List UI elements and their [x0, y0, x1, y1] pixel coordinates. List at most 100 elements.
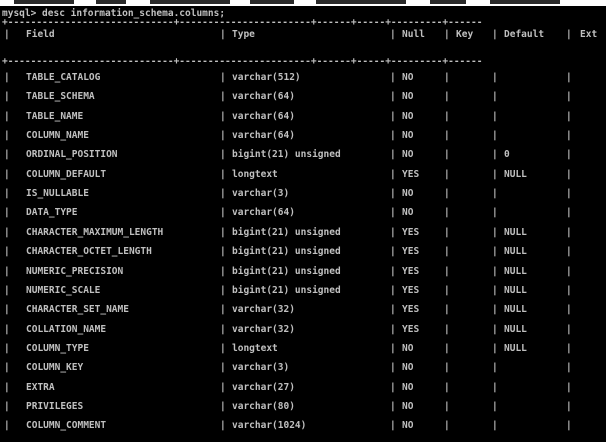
column-separator: |: [492, 400, 498, 412]
table-row: | | | | | | TABLE_NAME varchar(64) NO: [0, 107, 606, 126]
column-separator: |: [390, 400, 396, 412]
table-header-row: | Field | Type | Null | Key | Default | …: [0, 25, 606, 44]
cell-field: ORDINAL_POSITION: [26, 149, 118, 161]
cell-null: NO: [402, 110, 414, 122]
column-separator: |: [492, 226, 498, 238]
cell-type: varchar(3): [232, 362, 290, 374]
column-separator: |: [220, 304, 226, 316]
table-row: | | | | | | PRIVILEGES varchar(80) NO: [0, 397, 606, 416]
column-separator: |: [492, 362, 498, 374]
column-separator: |: [220, 342, 226, 354]
table-row: | | | | | | TABLE_CATALOG varchar(512) NO: [0, 68, 606, 87]
column-separator: |: [492, 207, 498, 219]
column-separator: |: [444, 207, 450, 219]
column-separator: |: [220, 323, 226, 335]
column-separator: |: [4, 284, 10, 296]
header-type: Type: [232, 29, 255, 40]
column-separator: |: [390, 265, 396, 277]
column-separator: |: [4, 420, 10, 432]
cell-field: NUMERIC_PRECISION: [26, 265, 124, 277]
table-row: | | | | | | COLUMN_COMMENT varchar(1024) NO: [0, 416, 606, 435]
column-separator: |: [566, 207, 572, 219]
mysql-console[interactable]: mysql> desc information_schema.columns; …: [0, 6, 606, 442]
cell-null: NO: [402, 381, 414, 393]
cell-default: NULL: [504, 342, 527, 354]
column-separator: |: [220, 91, 226, 103]
cell-field: COLUMN_KEY: [26, 362, 84, 374]
column-separator: |: [390, 91, 396, 103]
column-separator: |: [220, 400, 226, 412]
cell-null: NO: [402, 342, 414, 354]
column-separator: |: [390, 130, 396, 142]
column-separator: |: [566, 91, 572, 103]
column-separator: |: [390, 304, 396, 316]
column-separator: |: [4, 226, 10, 238]
table-row: | | | | | | CHARACTER_MAXIMUM_LENGTH bigint(21)…: [0, 223, 606, 242]
column-separator: |: [4, 246, 10, 258]
column-separator: |: [444, 130, 450, 142]
cell-field: PRIVILEGES: [26, 400, 84, 412]
cell-null: YES: [402, 265, 420, 277]
column-separator: |: [566, 381, 572, 393]
cell-null: NO: [402, 420, 414, 432]
column-separator: |: [4, 130, 10, 142]
column-separator: |: [220, 207, 226, 219]
column-separator: |: [4, 91, 10, 103]
column-separator: |: [4, 342, 10, 354]
column-separator: |: [492, 168, 498, 180]
table-row: | | | | | | NUMERIC_PRECISION bigint(21) unsign…: [0, 262, 606, 281]
cell-field: CHARACTER_MAXIMUM_LENGTH: [26, 226, 164, 238]
column-separator: |: [390, 226, 396, 238]
column-separator: |: [4, 362, 10, 374]
column-separator: |: [390, 207, 396, 219]
cell-null: YES: [402, 246, 420, 258]
column-separator: |: [566, 304, 572, 316]
column-separator: |: [4, 168, 10, 180]
column-separator: |: [390, 188, 396, 200]
column-separator: |: [4, 207, 10, 219]
column-separator: |: [566, 246, 572, 258]
cell-type: varchar(80): [232, 400, 295, 412]
header-field: Field: [26, 29, 55, 40]
column-separator: |: [220, 381, 226, 393]
column-separator: |: [492, 304, 498, 316]
cell-null: NO: [402, 207, 414, 219]
cell-type: bigint(21) unsigned: [232, 284, 341, 296]
column-separator: |: [4, 381, 10, 393]
column-separator: |: [390, 362, 396, 374]
column-separator: |: [220, 226, 226, 238]
cell-type: varchar(27): [232, 381, 295, 393]
cell-field: NUMERIC_SCALE: [26, 284, 101, 296]
cell-null: NO: [402, 188, 414, 200]
column-separator: |: [4, 110, 10, 122]
cell-type: varchar(64): [232, 207, 295, 219]
column-separator: |: [4, 188, 10, 200]
cell-type: longtext: [232, 342, 278, 354]
cell-field: CHARACTER_SET_NAME: [26, 304, 129, 316]
column-separator: |: [566, 168, 572, 180]
table-row: | | | | | | COLUMN_TYPE longtext NO NULL: [0, 339, 606, 358]
column-separator: |: [492, 381, 498, 393]
table-row: | | | | | | ORDINAL_POSITION bigint(21) unsigne…: [0, 145, 606, 164]
cell-type: longtext: [232, 168, 278, 180]
column-separator: |: [220, 149, 226, 161]
column-separator: |: [444, 188, 450, 200]
column-separator: |: [492, 342, 498, 354]
table-row: | | | | | | IS_NULLABLE varchar(3) NO: [0, 184, 606, 203]
column-separator: |: [390, 420, 396, 432]
column-separator: |: [444, 284, 450, 296]
cell-type: varchar(32): [232, 304, 295, 316]
header-extra: Ext: [580, 29, 598, 40]
column-separator: |: [4, 304, 10, 316]
column-separator: |: [492, 110, 498, 122]
cell-type: varchar(3): [232, 188, 290, 200]
column-separator: |: [390, 168, 396, 180]
cell-field: COLUMN_COMMENT: [26, 420, 107, 432]
cell-default: NULL: [504, 246, 527, 258]
table-header-border: +-----------------------------+---------…: [2, 58, 483, 66]
column-separator: |: [444, 91, 450, 103]
column-separator: |: [492, 188, 498, 200]
column-separator: |: [566, 362, 572, 374]
column-separator: |: [444, 246, 450, 258]
column-separator: |: [444, 110, 450, 122]
